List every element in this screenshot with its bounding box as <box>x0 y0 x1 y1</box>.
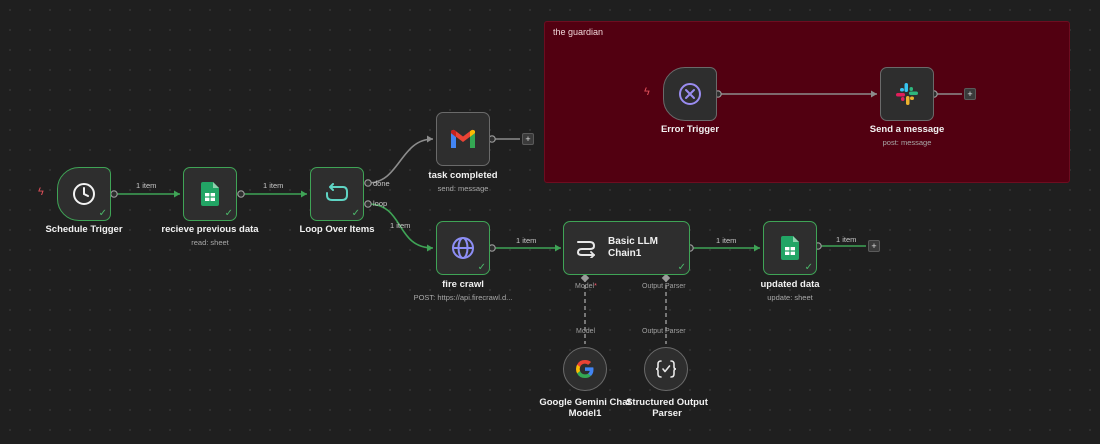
google-sheets-icon <box>781 236 799 260</box>
node-google-gemini-chat-model[interactable] <box>563 347 607 391</box>
output-port <box>110 190 118 198</box>
output-port-loop <box>364 200 372 208</box>
parser-port <box>661 273 671 283</box>
success-check-icon: ✓ <box>677 262 686 273</box>
node-label: fire crawl <box>442 279 484 290</box>
google-icon <box>576 360 594 378</box>
success-check-icon: ✓ <box>477 262 486 273</box>
node-structured-output-parser[interactable] <box>644 347 688 391</box>
node-label: Send a message <box>869 124 945 135</box>
arrow-head <box>301 190 307 198</box>
slack-icon <box>896 83 918 105</box>
node-label-line2: Parser <box>652 408 682 419</box>
edge-label: 1 item <box>716 236 737 245</box>
success-check-icon: ✓ <box>804 262 813 273</box>
port-label-parser-bottom: Output Parser <box>642 328 686 335</box>
x-circle-icon <box>679 83 701 105</box>
node-basic-llm-chain[interactable]: Basic LLM Chain1 ✓ <box>563 221 690 275</box>
arrow-head <box>427 135 433 143</box>
node-updated-data[interactable]: ✓ <box>763 221 817 275</box>
chain-icon <box>576 241 596 258</box>
trigger-bolt-icon: ϟ <box>38 186 44 198</box>
node-label: Schedule Trigger <box>45 224 123 235</box>
gmail-icon <box>451 129 475 148</box>
arrow-head <box>555 244 561 252</box>
model-port <box>580 273 590 283</box>
edge-label: 1 item <box>263 181 284 190</box>
node-recieve-previous-data[interactable]: ✓ <box>183 167 237 221</box>
add-node-button[interactable]: + <box>868 240 880 252</box>
edge-label: 1 item <box>516 236 537 245</box>
port-label-loop: loop <box>373 199 388 208</box>
node-schedule-trigger[interactable]: ✓ <box>57 167 111 221</box>
arrow-head <box>754 244 760 252</box>
node-fire-crawl[interactable]: ✓ <box>436 221 490 275</box>
node-label: task completed <box>428 170 498 181</box>
port-label-done: done <box>373 179 390 188</box>
port-label-model: Model* <box>575 283 597 290</box>
loop-icon <box>326 183 348 201</box>
node-label: Basic LLM Chain1 <box>608 236 659 259</box>
node-subtitle: update: sheet <box>767 293 813 302</box>
output-port-done <box>364 179 372 187</box>
node-subtitle: post: message <box>882 138 932 147</box>
node-label: updated data <box>760 279 820 290</box>
edge-label: 1 item <box>836 235 857 244</box>
node-label-line1: Structured Output <box>626 397 708 408</box>
node-send-a-message[interactable] <box>880 67 934 121</box>
workflow-canvas[interactable]: the guardian 1 item 1 item 1 item 1 item… <box>0 0 1100 444</box>
arrow-head <box>871 90 877 98</box>
success-check-icon: ✓ <box>224 208 233 219</box>
node-label: Error Trigger <box>660 124 720 135</box>
globe-icon <box>452 237 474 259</box>
add-node-button[interactable]: + <box>522 133 534 145</box>
google-sheets-icon <box>201 182 219 206</box>
port-label-model-bottom: Model <box>576 328 596 335</box>
node-subtitle: send: message <box>437 184 489 193</box>
node-subtitle: read: sheet <box>191 238 229 247</box>
edge-label: 1 item <box>390 221 411 230</box>
success-check-icon: ✓ <box>98 208 107 219</box>
node-loop-over-items[interactable]: ✓ <box>310 167 364 221</box>
braces-icon <box>655 360 677 378</box>
clock-icon <box>73 183 95 205</box>
arrow-head <box>174 190 180 198</box>
edge-label: 1 item <box>136 181 157 190</box>
port-label-output-parser: Output Parser <box>642 283 686 290</box>
node-label: recieve previous data <box>161 224 259 235</box>
trigger-bolt-icon: ϟ <box>644 86 650 98</box>
add-node-button[interactable]: + <box>964 88 976 100</box>
node-task-completed[interactable] <box>436 112 490 166</box>
node-label: Loop Over Items <box>299 224 375 235</box>
node-subtitle: POST: https://api.firecrawl.d... <box>413 293 513 302</box>
connections-layer <box>110 90 962 344</box>
output-port <box>237 190 245 198</box>
arrow-head <box>427 244 433 252</box>
node-error-trigger[interactable] <box>663 67 717 121</box>
success-check-icon: ✓ <box>351 208 360 219</box>
